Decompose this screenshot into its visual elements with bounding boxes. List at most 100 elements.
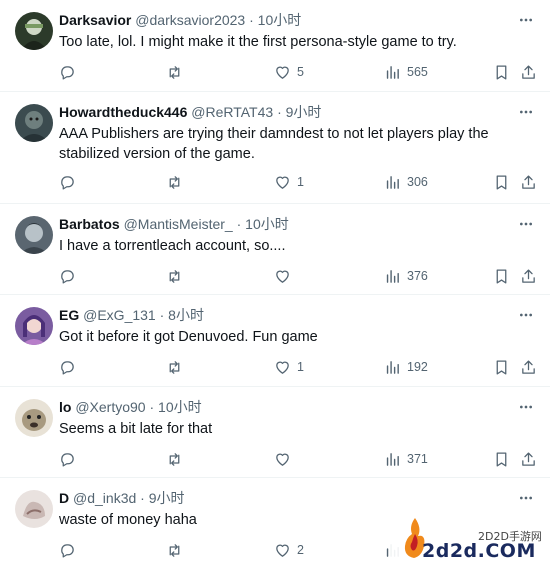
reply-button[interactable] xyxy=(59,540,76,560)
user-handle[interactable]: @darksavior2023 xyxy=(135,12,245,28)
display-name[interactable]: Darksavior xyxy=(59,12,131,28)
retweet-icon xyxy=(169,452,180,466)
more-options-button[interactable] xyxy=(516,10,536,30)
timestamp[interactable]: 10小时 xyxy=(158,399,202,415)
tweet[interactable]: Howardtheduck446 @ReRTAT43 · 9小时 AAA Pub… xyxy=(0,92,550,204)
reply-button[interactable] xyxy=(59,62,76,82)
watermark-site-en: 2d2d.COM xyxy=(422,540,536,562)
retweet-button[interactable] xyxy=(166,266,183,286)
like-count: 1 xyxy=(297,175,304,189)
display-name[interactable]: D xyxy=(59,490,69,506)
timestamp[interactable]: 9小时 xyxy=(286,104,322,120)
action-bar: 1 306 xyxy=(59,172,550,192)
views-icon xyxy=(386,175,399,189)
avatar[interactable] xyxy=(15,307,53,345)
tweet[interactable]: EG @ExG_131 · 8小时 Got it before it got D… xyxy=(0,295,550,387)
avatar[interactable] xyxy=(15,490,53,528)
tweet[interactable]: Darksavior @darksavior2023 · 10小时 Too la… xyxy=(0,0,550,92)
reply-button[interactable] xyxy=(59,449,76,469)
reply-icon xyxy=(61,452,74,467)
display-name[interactable]: Barbatos xyxy=(59,216,120,232)
views-button[interactable]: 376 xyxy=(384,266,428,286)
views-button[interactable]: 565 xyxy=(384,62,428,82)
retweet-icon xyxy=(169,269,180,283)
timestamp[interactable]: 9小时 xyxy=(149,490,185,506)
timestamp[interactable]: 8小时 xyxy=(168,307,204,323)
avatar[interactable] xyxy=(15,216,53,254)
user-handle[interactable]: @Xertyo90 xyxy=(75,399,145,415)
like-button[interactable]: 1 xyxy=(274,357,304,377)
like-count: 1 xyxy=(297,360,304,374)
more-options-button[interactable] xyxy=(516,102,536,122)
view-count: 565 xyxy=(407,65,428,79)
user-handle[interactable]: @MantisMeister_ xyxy=(124,216,233,232)
retweet-button[interactable] xyxy=(166,357,183,377)
more-icon xyxy=(520,110,532,114)
more-options-button[interactable] xyxy=(516,305,536,325)
views-button[interactable]: 306 xyxy=(384,172,428,192)
share-button[interactable] xyxy=(520,449,537,469)
share-button[interactable] xyxy=(520,357,537,377)
reply-button[interactable] xyxy=(59,357,76,377)
timestamp[interactable]: 10小时 xyxy=(245,216,289,232)
tweet-header: EG @ExG_131 · 8小时 xyxy=(59,305,542,325)
bookmark-button[interactable] xyxy=(493,266,510,286)
share-button[interactable] xyxy=(520,62,537,82)
tweet-body: EG @ExG_131 · 8小时 Got it before it got D… xyxy=(59,305,542,347)
heart-icon xyxy=(276,361,289,374)
like-button[interactable] xyxy=(274,266,297,286)
share-icon xyxy=(522,359,535,374)
display-name[interactable]: EG xyxy=(59,307,79,323)
like-button[interactable]: 2 xyxy=(274,540,304,560)
heart-icon xyxy=(276,453,289,466)
retweet-button[interactable] xyxy=(166,449,183,469)
timestamp[interactable]: 10小时 xyxy=(258,12,302,28)
views-button[interactable]: 371 xyxy=(384,449,428,469)
like-button[interactable]: 5 xyxy=(274,62,304,82)
share-button[interactable] xyxy=(520,266,537,286)
tweet-text: Got it before it got Denuvoed. Fun game xyxy=(59,329,318,345)
more-options-button[interactable] xyxy=(516,214,536,234)
retweet-button[interactable] xyxy=(166,540,183,560)
tweet-text: Too late, lol. I might make it the first… xyxy=(59,34,457,50)
user-handle[interactable]: @ReRTAT43 xyxy=(191,104,273,120)
bookmark-icon xyxy=(496,451,507,467)
like-count: 2 xyxy=(297,543,304,557)
share-icon xyxy=(522,174,535,189)
share-icon xyxy=(522,268,535,283)
more-icon xyxy=(520,18,532,22)
bookmark-button[interactable] xyxy=(493,172,510,192)
retweet-button[interactable] xyxy=(166,62,183,82)
display-name[interactable]: Howardtheduck446 xyxy=(59,104,187,120)
user-handle[interactable]: @ExG_131 xyxy=(83,307,156,323)
avatar[interactable] xyxy=(15,399,53,437)
views-icon xyxy=(386,65,399,79)
reply-button[interactable] xyxy=(59,172,76,192)
tweet[interactable]: lo @Xertyo90 · 10小时 Seems a bit late for… xyxy=(0,387,550,478)
heart-icon xyxy=(276,66,289,79)
share-button[interactable] xyxy=(520,172,537,192)
view-count: 192 xyxy=(407,360,428,374)
more-options-button[interactable] xyxy=(516,488,536,508)
tweet[interactable]: Barbatos @MantisMeister_ · 10小时 I have a… xyxy=(0,204,550,295)
bookmark-button[interactable] xyxy=(493,62,510,82)
more-icon xyxy=(520,496,532,500)
avatar[interactable] xyxy=(15,104,53,142)
tweet-header: Howardtheduck446 @ReRTAT43 · 9小时 xyxy=(59,102,542,122)
like-button[interactable]: 1 xyxy=(274,172,304,192)
reply-button[interactable] xyxy=(59,266,76,286)
bookmark-button[interactable] xyxy=(493,449,510,469)
retweet-icon xyxy=(169,360,180,374)
reply-icon xyxy=(61,65,74,80)
retweet-button[interactable] xyxy=(166,172,183,192)
tweet-header: Barbatos @MantisMeister_ · 10小时 xyxy=(59,214,542,234)
views-button[interactable]: 192 xyxy=(384,357,428,377)
avatar[interactable] xyxy=(15,12,53,50)
more-icon xyxy=(520,405,532,409)
user-handle[interactable]: @d_ink3d xyxy=(73,490,136,506)
tweet-text: AAA Publishers are trying their damndest… xyxy=(59,126,489,162)
display-name[interactable]: lo xyxy=(59,399,71,415)
more-options-button[interactable] xyxy=(516,397,536,417)
like-button[interactable] xyxy=(274,449,297,469)
bookmark-button[interactable] xyxy=(493,357,510,377)
